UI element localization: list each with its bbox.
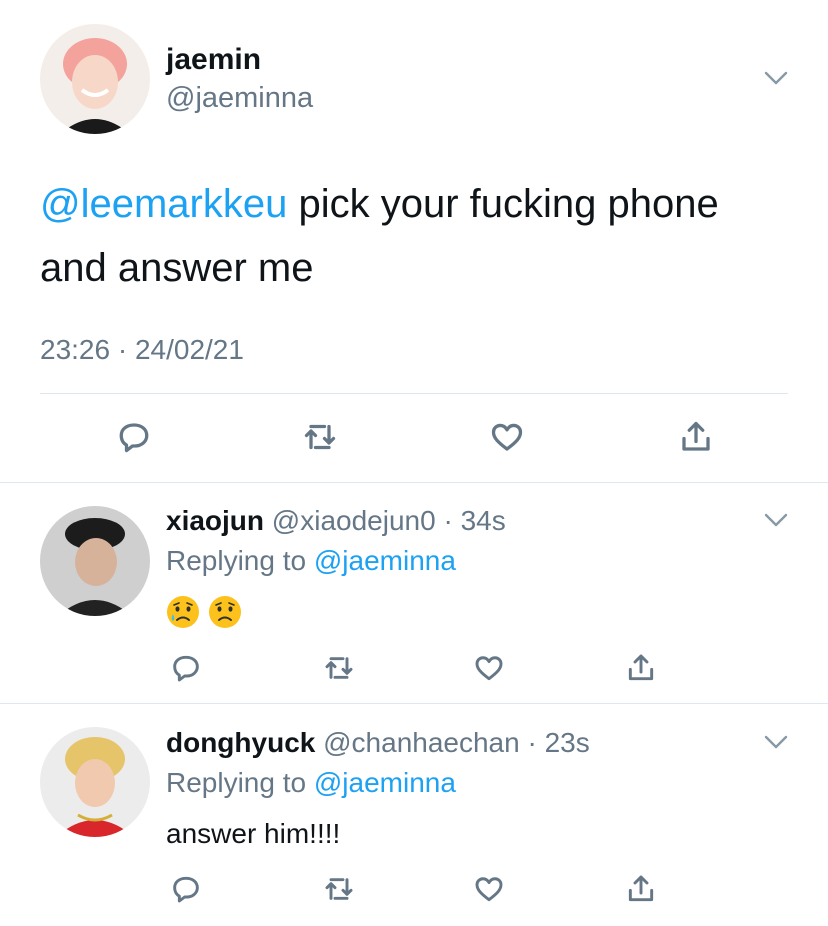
dot-separator: · (519, 727, 545, 758)
heart-icon (491, 423, 523, 451)
like-button[interactable] (487, 417, 527, 457)
tweet-text-line1: pick your fucking phone (287, 182, 719, 226)
comment-icon (119, 423, 149, 453)
heart-icon (475, 877, 503, 902)
divider (0, 482, 828, 483)
tweet-text: @leemarkkeu pick your fucking phone and … (40, 172, 800, 300)
handle[interactable]: @chanhaechan (323, 727, 520, 758)
retweet-icon (325, 657, 353, 679)
retweet-button[interactable] (319, 869, 359, 909)
comment-icon (173, 876, 199, 903)
share-button[interactable] (676, 417, 716, 457)
avatar-donghyuck[interactable] (40, 727, 150, 837)
reply-menu-chevron[interactable] (763, 734, 789, 755)
retweet-icon (325, 878, 353, 900)
sad-relieved-face-emoji (209, 596, 241, 628)
share-icon (628, 654, 654, 681)
retweet-button[interactable] (300, 417, 340, 457)
reply-button[interactable] (166, 869, 206, 909)
avatar-jaemin[interactable] (40, 24, 150, 134)
replying-to-handle[interactable]: @jaeminna (314, 545, 456, 576)
reply-header: xiaojun @xiaodejun0 · 34s (166, 505, 506, 537)
like-button[interactable] (469, 648, 509, 688)
reply-time[interactable]: 34s (461, 505, 506, 536)
replying-to: Replying to @jaeminna (166, 545, 456, 577)
like-button[interactable] (469, 869, 509, 909)
timestamp[interactable]: 23:26 · 24/02/21 (40, 334, 244, 366)
reply-menu-chevron[interactable] (763, 512, 789, 533)
mention-link[interactable]: @leemarkkeu (40, 182, 287, 226)
dot-separator: · (435, 505, 461, 536)
avatar-xiaojun[interactable] (40, 506, 150, 616)
display-name[interactable]: donghyuck (166, 727, 315, 758)
tweet-text-line2: and answer me (40, 246, 314, 290)
sad-relieved-face-emoji (167, 596, 199, 628)
reply-time[interactable]: 23s (545, 727, 590, 758)
replying-to: Replying to @jaeminna (166, 767, 456, 799)
handle[interactable]: @jaeminna (166, 82, 313, 115)
chevron-down-icon (764, 735, 788, 749)
divider (40, 393, 788, 394)
reply-button[interactable] (166, 648, 206, 688)
reply-button[interactable] (114, 417, 154, 457)
share-icon (628, 875, 654, 902)
display-name[interactable]: xiaojun (166, 505, 264, 536)
divider (0, 703, 828, 704)
retweet-icon (304, 424, 336, 450)
replying-to-handle[interactable]: @jaeminna (314, 767, 456, 798)
reply-text: answer him!!!! (166, 818, 341, 849)
heart-icon (475, 656, 503, 681)
chevron-down-icon (764, 71, 788, 85)
reply-header: donghyuck @chanhaechan · 23s (166, 727, 590, 759)
share-button[interactable] (621, 869, 661, 909)
share-button[interactable] (621, 648, 661, 688)
replying-to-label: Replying to (166, 767, 314, 798)
retweet-button[interactable] (319, 648, 359, 688)
display-name[interactable]: jaemin (166, 43, 261, 77)
chevron-down-icon (764, 513, 788, 527)
reply-content-emojis (166, 595, 250, 631)
handle[interactable]: @xiaodejun0 (272, 505, 436, 536)
share-icon (682, 421, 710, 451)
tweet-menu-chevron[interactable] (763, 70, 789, 91)
comment-icon (173, 655, 199, 682)
replying-to-label: Replying to (166, 545, 314, 576)
